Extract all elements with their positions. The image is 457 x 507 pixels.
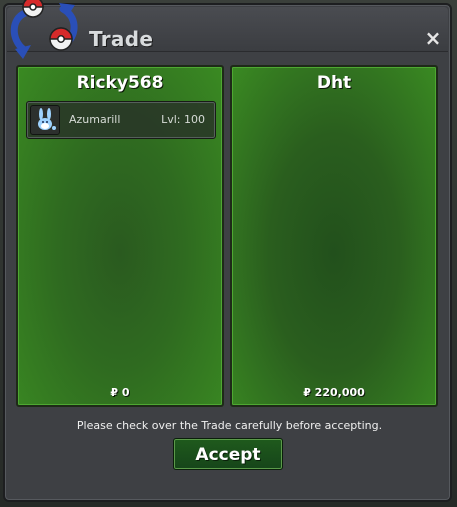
trade-icon bbox=[10, 0, 78, 59]
offered-pokemon-slot[interactable]: Azumarill Lvl: 100 bbox=[26, 101, 216, 139]
player-name: Ricky568 bbox=[76, 73, 164, 93]
close-button[interactable]: × bbox=[424, 28, 442, 48]
player-name: Dht bbox=[316, 73, 352, 93]
azumarill-sprite-icon bbox=[38, 108, 56, 130]
offer-panel-player-one: Ricky568 Azumarill Lvl: 100 ₽ 0 bbox=[16, 65, 224, 407]
pokemon-icon-frame bbox=[30, 105, 60, 135]
trade-warning-text: Please check over the Trade carefully be… bbox=[76, 419, 383, 432]
offer-panel-player-two: Dht ₽ 220,000 bbox=[230, 65, 438, 407]
pokemon-level: Lvl: 100 bbox=[161, 113, 205, 126]
trade-window: Trade × Ricky568 Azumarill Lvl: 100 ₽ 0 … bbox=[3, 0, 452, 502]
money-offer: ₽ 220,000 bbox=[303, 386, 365, 399]
money-offer: ₽ 0 bbox=[110, 386, 130, 399]
pokemon-name: Azumarill bbox=[69, 113, 121, 126]
accept-button[interactable]: Accept bbox=[173, 438, 283, 470]
window-title: Trade bbox=[89, 27, 154, 51]
